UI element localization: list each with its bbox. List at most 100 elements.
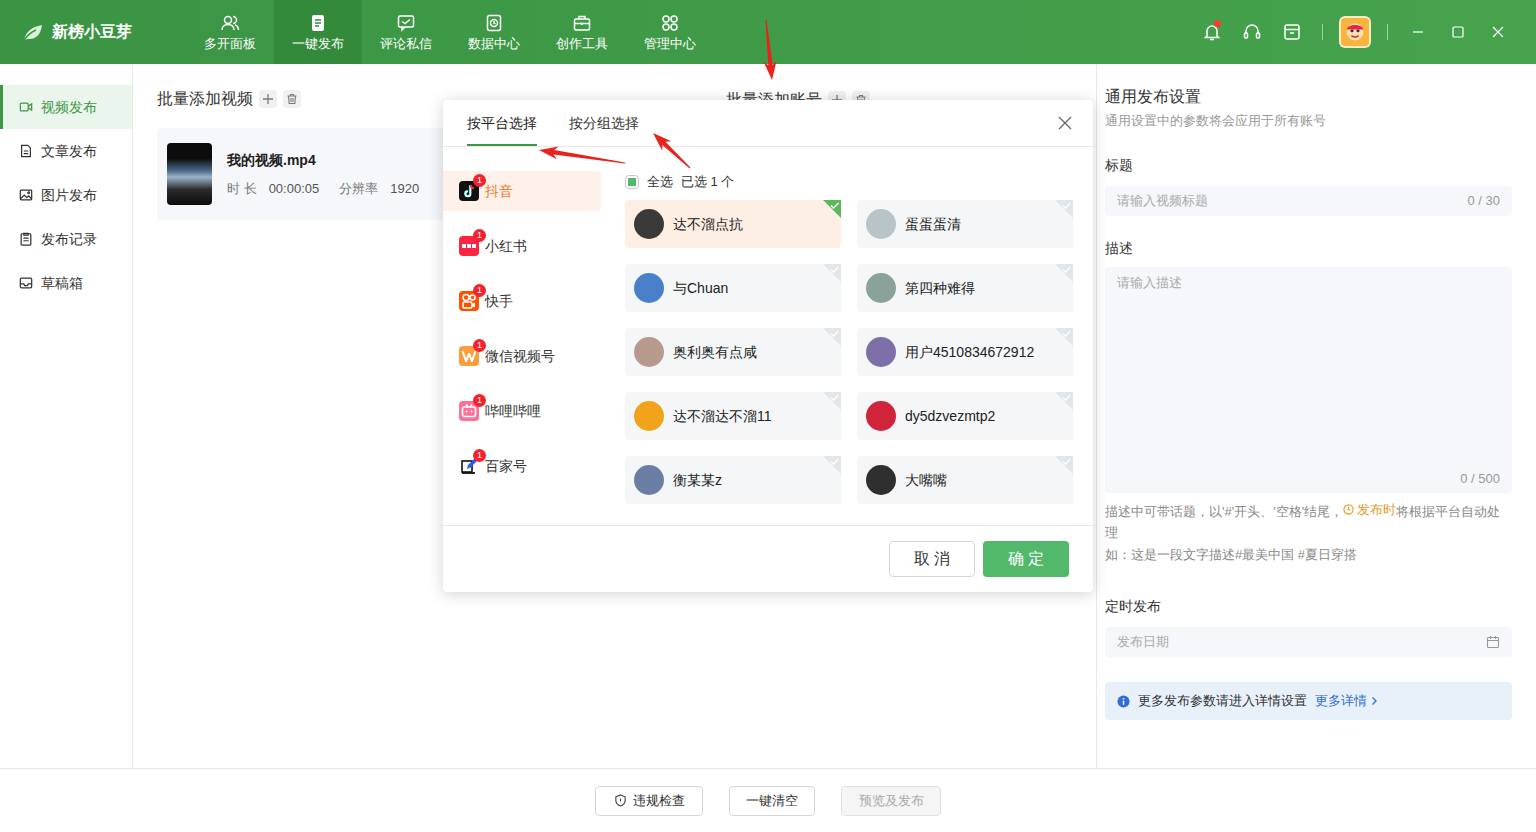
dialog-tab[interactable]: 按分组选择 (569, 113, 639, 146)
nav-item[interactable]: 数据中心 (450, 0, 538, 64)
confirm-button[interactable]: 确 定 (983, 541, 1069, 577)
comment-icon (396, 13, 416, 33)
more-details-link[interactable]: 更多详情 (1315, 691, 1379, 711)
sidebar-item[interactable]: 图片发布 (0, 173, 132, 217)
close-icon[interactable] (1057, 115, 1073, 131)
draft-icon (19, 276, 33, 290)
platform-item[interactable]: 1小红书 (443, 226, 601, 266)
select-all-checkbox[interactable] (625, 175, 639, 189)
account-avatar (866, 401, 896, 431)
tools-icon (572, 13, 592, 33)
account-card[interactable]: 衡某某z (625, 456, 841, 504)
platform-item[interactable]: 1微信视频号 (443, 336, 601, 376)
add-icon[interactable] (259, 90, 277, 108)
account-avatar (634, 337, 664, 367)
title-field: 0 / 30 (1105, 186, 1512, 216)
bell-icon[interactable] (1192, 22, 1232, 42)
top-bar: 新榜小豆芽多开面板一键发布评论私信数据中心创作工具管理中心 (0, 0, 1536, 64)
bottom-button[interactable]: 一键清空 (729, 786, 815, 816)
chevron-right-icon (1369, 696, 1379, 706)
count-badge: 1 (473, 339, 486, 352)
account-card[interactable]: 大嘴嘴 (857, 456, 1073, 504)
bottom-bar: 违规检查一键清空预览及发布 (0, 768, 1536, 832)
account-avatar (866, 337, 896, 367)
account-avatar (634, 401, 664, 431)
nav-item[interactable]: 管理中心 (626, 0, 714, 64)
count-badge: 1 (473, 284, 486, 297)
check-corner-icon (823, 392, 841, 410)
dialog-tab[interactable]: 按平台选择 (467, 113, 537, 146)
account-card[interactable]: 奥利奥有点咸 (625, 328, 841, 376)
count-badge: 1 (473, 229, 486, 242)
user-avatar-icon[interactable] (1339, 16, 1371, 48)
check-corner-icon (823, 456, 841, 474)
sidebar-item[interactable]: 视频发布 (0, 85, 132, 129)
account-card[interactable]: 用户4510834672912 (857, 328, 1073, 376)
logo: 新榜小豆芽 (0, 20, 186, 44)
leaf-logo-icon (20, 20, 46, 44)
inbox-icon[interactable] (1272, 22, 1312, 42)
account-avatar (634, 209, 664, 239)
account-avatar (634, 465, 664, 495)
account-grid: 达不溜点抗蛋蛋蛋清与Chuan 第四种难得奥利奥有点咸用户451083467291… (625, 200, 1073, 504)
maximize-icon[interactable] (1438, 24, 1478, 40)
account-card[interactable]: dy5dzvezmtp2 (857, 392, 1073, 440)
trash-icon[interactable] (283, 90, 301, 108)
info-box: 更多发布参数请进入详情设置更多详情 (1105, 682, 1512, 720)
indeterminate-fill (628, 178, 636, 186)
settings-panel: 通用发布设置通用设置中的参数将会应用于所有账号标题0 / 30描述0 / 500… (1096, 64, 1536, 768)
article-icon (19, 144, 33, 158)
headset-icon[interactable] (1232, 22, 1272, 42)
sidebar-item[interactable]: 发布记录 (0, 217, 132, 261)
count-badge: 1 (473, 394, 486, 407)
panel-icon (220, 13, 240, 33)
check-corner-icon (823, 328, 841, 346)
platform-list: 1抖音 1小红书 1快手 1微信视频号 1哔哩哔哩 1百家号 (443, 147, 601, 525)
calendar-icon (1486, 635, 1500, 649)
record-icon (19, 232, 33, 246)
data-icon (484, 13, 504, 33)
account-card[interactable]: 第四种难得 (857, 264, 1073, 312)
account-card[interactable]: 达不溜点抗 (625, 200, 841, 248)
title-input[interactable] (1117, 191, 1459, 211)
account-avatar (866, 465, 896, 495)
info-icon (1117, 695, 1130, 708)
account-card[interactable]: 达不溜达不溜11 (625, 392, 841, 440)
desc-field: 0 / 500 (1105, 267, 1512, 493)
check-corner-icon (1055, 200, 1073, 218)
video-thumbnail (167, 143, 212, 205)
minimize-icon[interactable] (1398, 24, 1438, 40)
nav-item[interactable]: 一键发布 (274, 0, 362, 64)
count-badge: 1 (473, 449, 486, 462)
cancel-button[interactable]: 取 消 (889, 541, 975, 577)
account-avatar (866, 209, 896, 239)
desc-textarea[interactable] (1117, 273, 1500, 470)
shield-icon (614, 794, 627, 807)
image-icon (19, 188, 33, 202)
platform-item[interactable]: 1抖音 (443, 171, 601, 211)
publish-icon (308, 13, 328, 33)
account-card[interactable]: 蛋蛋蛋清 (857, 200, 1073, 248)
platform-item[interactable]: 1快手 (443, 281, 601, 321)
check-corner-icon (823, 200, 841, 218)
account-picker-dialog: 按平台选择按分组选择1抖音1小红书1快手1微信视频号1哔哩哔哩1百家号全选已选 … (443, 100, 1093, 592)
check-corner-icon (823, 264, 841, 282)
close-window-icon[interactable] (1478, 24, 1518, 40)
nav-item[interactable]: 多开面板 (186, 0, 274, 64)
platform-item[interactable]: 1哔哩哔哩 (443, 391, 601, 431)
bottom-button[interactable]: 预览及发布 (841, 786, 941, 816)
separator (1387, 24, 1388, 40)
check-corner-icon (1055, 264, 1073, 282)
nav-item[interactable]: 评论私信 (362, 0, 450, 64)
bottom-button[interactable]: 违规检查 (595, 786, 703, 816)
sidebar-item[interactable]: 草稿箱 (0, 261, 132, 305)
account-card[interactable]: 与Chuan (625, 264, 841, 312)
schedule-field (1105, 627, 1512, 657)
sidebar: 视频发布文章发布图片发布发布记录草稿箱 (0, 64, 133, 768)
platform-item[interactable]: 1百家号 (443, 446, 601, 486)
date-input[interactable] (1117, 632, 1478, 652)
count-badge: 1 (473, 174, 486, 187)
account-avatar (634, 273, 664, 303)
sidebar-item[interactable]: 文章发布 (0, 129, 132, 173)
nav-item[interactable]: 创作工具 (538, 0, 626, 64)
